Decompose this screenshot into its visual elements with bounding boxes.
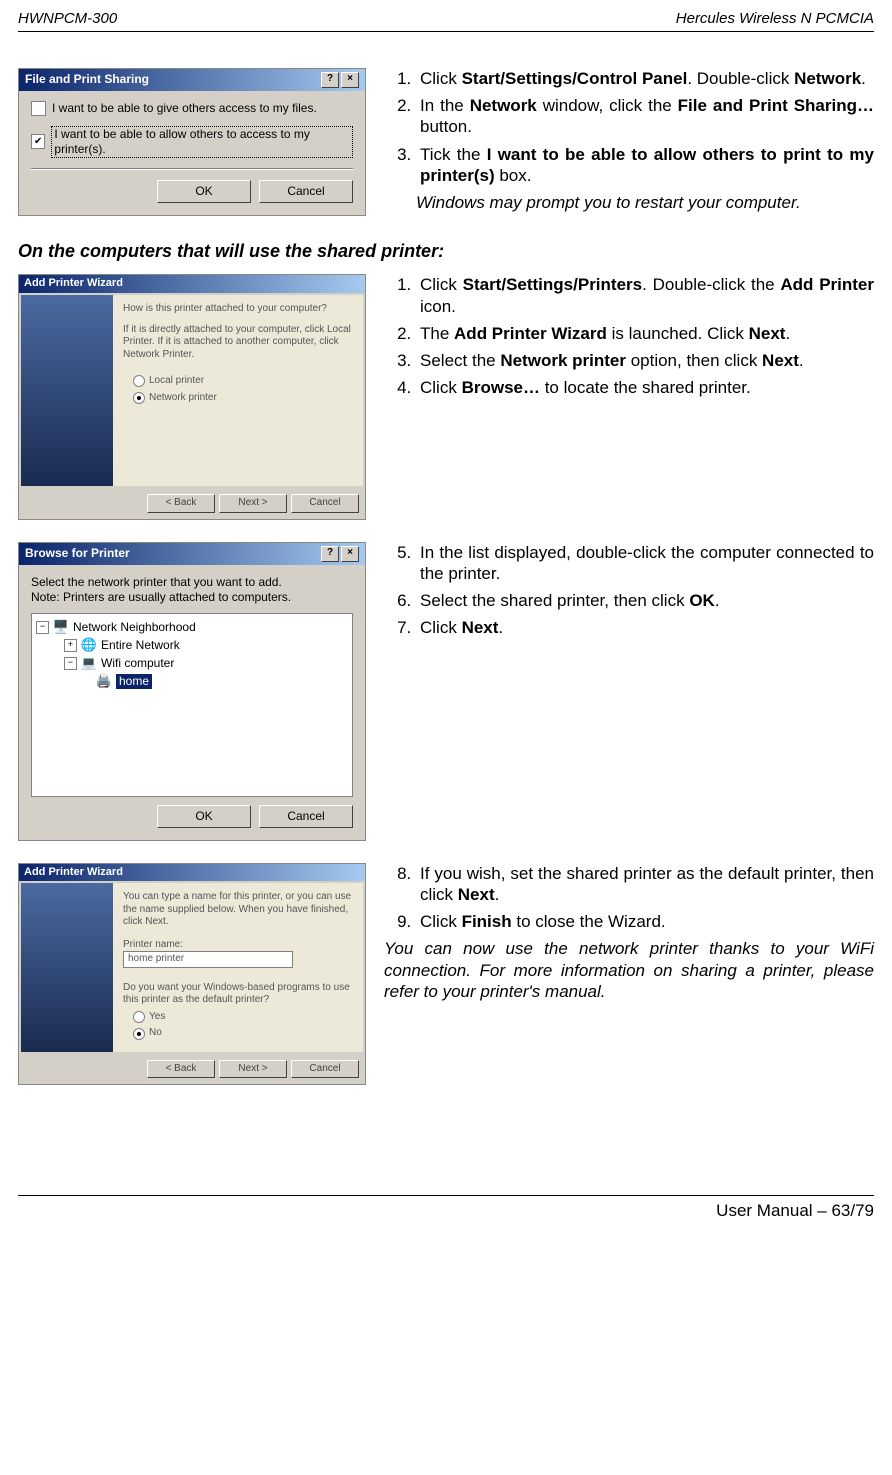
ok-button[interactable]: OK	[157, 180, 251, 203]
dialog-instruction: Select the network printer that you want…	[31, 575, 353, 590]
help-icon[interactable]: ?	[321, 546, 339, 562]
checkbox-share-files[interactable]: I want to be able to give others access …	[31, 101, 353, 116]
close-icon[interactable]: ×	[341, 546, 359, 562]
step-5: In the list displayed, double-click the …	[416, 542, 874, 585]
radio-icon	[133, 1011, 145, 1023]
tree-collapse-icon[interactable]: −	[64, 657, 77, 670]
wizard-question: How is this printer attached to your com…	[123, 303, 353, 316]
cancel-button[interactable]: Cancel	[259, 180, 353, 203]
step-1: Click Start/Settings/Printers. Double-cl…	[416, 274, 874, 317]
help-icon[interactable]: ?	[321, 72, 339, 88]
cancel-button[interactable]: Cancel	[291, 494, 359, 513]
printer-name-input[interactable]: home printer	[123, 951, 293, 968]
ok-button[interactable]: OK	[157, 805, 251, 828]
checkbox-share-printers[interactable]: ✔ I want to be able to allow others to a…	[31, 126, 353, 158]
radio-label: No	[149, 1027, 162, 1040]
tree-expand-icon[interactable]: +	[64, 639, 77, 652]
radio-icon	[133, 1028, 145, 1040]
radio-no[interactable]: No	[133, 1027, 353, 1040]
section-printer-name-wizard: Add Printer Wizard You can type a name f…	[18, 863, 874, 1086]
radio-icon	[133, 375, 145, 387]
radio-label: Local printer	[149, 375, 204, 388]
step-9: Click Finish to close the Wizard.	[416, 911, 874, 932]
divider	[31, 168, 353, 170]
browse-for-printer-dialog: Browse for Printer ? × Select the networ…	[18, 542, 366, 841]
step-7: Click Next.	[416, 617, 874, 638]
dialog-note: Note: Printers are usually attached to c…	[31, 590, 353, 605]
checkbox-label: I want to be able to allow others to acc…	[51, 126, 353, 158]
checkbox-icon	[31, 101, 46, 116]
step-8: If you wish, set the shared printer as t…	[416, 863, 874, 906]
dialog-title: Browse for Printer	[25, 546, 130, 561]
printer-tree[interactable]: − 🖥️ Network Neighborhood + 🌐 Entire Net…	[31, 613, 353, 797]
globe-icon: 🌐	[81, 638, 97, 654]
section-browse-for-printer: Browse for Printer ? × Select the networ…	[18, 542, 874, 841]
network-neighborhood-icon: 🖥️	[53, 620, 69, 636]
radio-yes[interactable]: Yes	[133, 1011, 353, 1024]
page-footer: User Manual – 63/79	[18, 1195, 874, 1221]
header-right: Hercules Wireless N PCMCIA	[676, 10, 874, 29]
next-button[interactable]: Next >	[219, 494, 287, 513]
dialog-title: Add Printer Wizard	[19, 864, 365, 882]
step-2: The Add Printer Wizard is launched. Clic…	[416, 323, 874, 344]
dialog-title: Add Printer Wizard	[19, 275, 365, 293]
radio-icon	[133, 392, 145, 404]
note-restart: Windows may prompt you to restart your c…	[416, 192, 874, 213]
tree-node[interactable]: Entire Network	[101, 638, 180, 653]
file-print-sharing-dialog: File and Print Sharing ? × I want to be …	[18, 68, 366, 216]
checkbox-icon: ✔	[31, 134, 45, 149]
step-3: Tick the I want to be able to allow othe…	[416, 144, 874, 187]
wizard-sidebar-image	[21, 295, 113, 486]
wizard-description: You can type a name for this printer, or…	[123, 891, 353, 929]
tree-node-selected[interactable]: home	[116, 674, 152, 689]
dialog-titlebar: Browse for Printer ? ×	[19, 543, 365, 565]
subheading-client-computers: On the computers that will use the share…	[18, 240, 874, 263]
dialog-title: File and Print Sharing	[25, 72, 149, 87]
radio-network-printer[interactable]: Network printer	[133, 392, 353, 405]
cancel-button[interactable]: Cancel	[291, 1060, 359, 1079]
section-add-printer-wizard: Add Printer Wizard How is this printer a…	[18, 274, 874, 519]
wizard-sidebar-image	[21, 883, 113, 1052]
printer-icon: 🖨️	[96, 674, 112, 690]
next-button[interactable]: Next >	[219, 1060, 287, 1079]
wizard-description: If it is directly attached to your compu…	[123, 324, 353, 362]
step-1: Click Start/Settings/Control Panel. Doub…	[416, 68, 874, 89]
tree-node[interactable]: Wifi computer	[101, 656, 174, 671]
add-printer-wizard-name-dialog: Add Printer Wizard You can type a name f…	[18, 863, 366, 1086]
page-header: HWNPCM-300 Hercules Wireless N PCMCIA	[18, 10, 874, 32]
radio-label: Yes	[149, 1011, 165, 1024]
tree-collapse-icon[interactable]: −	[36, 621, 49, 634]
add-printer-wizard-dialog: Add Printer Wizard How is this printer a…	[18, 274, 366, 519]
note-wifi-printer: You can now use the network printer than…	[384, 938, 874, 1002]
step-4: Click Browse… to locate the shared print…	[416, 377, 874, 398]
checkbox-label: I want to be able to give others access …	[52, 101, 317, 116]
back-button[interactable]: < Back	[147, 1060, 215, 1079]
printer-name-label: Printer name:	[123, 939, 353, 952]
radio-local-printer[interactable]: Local printer	[133, 375, 353, 388]
dialog-titlebar: File and Print Sharing ? ×	[19, 69, 365, 91]
header-left: HWNPCM-300	[18, 10, 117, 29]
close-icon[interactable]: ×	[341, 72, 359, 88]
tree-node[interactable]: Network Neighborhood	[73, 620, 196, 635]
cancel-button[interactable]: Cancel	[259, 805, 353, 828]
step-3: Select the Network printer option, then …	[416, 350, 874, 371]
back-button[interactable]: < Back	[147, 494, 215, 513]
section-file-print-sharing: File and Print Sharing ? × I want to be …	[18, 68, 874, 216]
default-printer-question: Do you want your Windows-based programs …	[123, 982, 353, 1007]
step-6: Select the shared printer, then click OK…	[416, 590, 874, 611]
step-2: In the Network window, click the File an…	[416, 95, 874, 138]
computer-icon: 💻	[81, 656, 97, 672]
radio-label: Network printer	[149, 392, 217, 405]
